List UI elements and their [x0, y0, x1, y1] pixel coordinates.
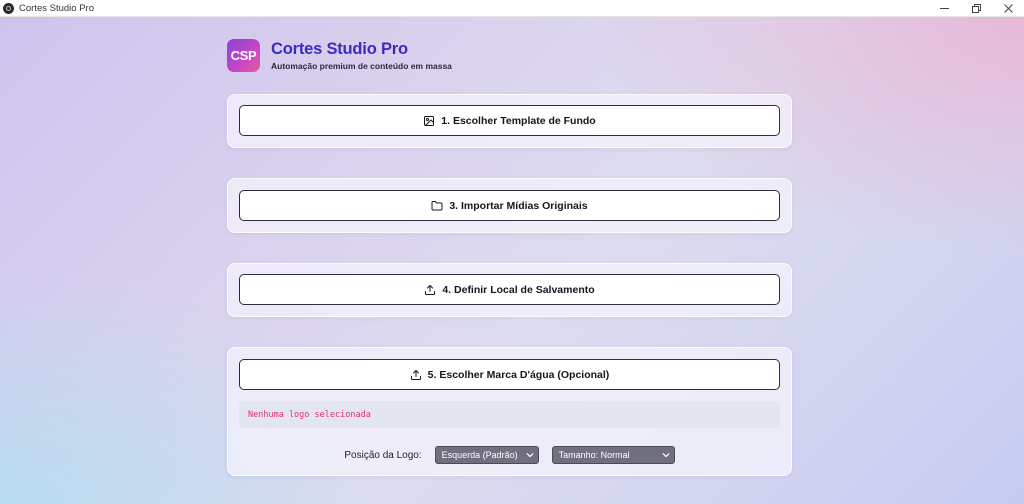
window-title: Cortes Studio Pro [19, 2, 94, 14]
save-location-button[interactable]: 4. Definir Local de Salvamento [239, 274, 780, 305]
choose-watermark-label: 5. Escolher Marca D'água (Opcional) [427, 368, 610, 381]
folder-icon [431, 200, 443, 210]
logo-options-row: Posição da Logo: Esquerda (Padrão) Taman… [228, 446, 791, 464]
logo-position-label: Posição da Logo: [344, 449, 422, 461]
window-controls [928, 0, 1024, 17]
watermark-status: Nenhuma logo selecionada [239, 401, 780, 428]
window-titlebar: Cortes Studio Pro [0, 0, 1024, 17]
app-logo: CSP [227, 39, 260, 72]
save-location-card: 4. Definir Local de Salvamento [227, 263, 792, 317]
app-icon [3, 2, 14, 14]
app-main: CSP Cortes Studio Pro Automação premium … [0, 17, 1024, 504]
import-media-label: 3. Importar Mídias Originais [449, 199, 588, 212]
import-card: 3. Importar Mídias Originais [227, 178, 792, 233]
close-button[interactable] [992, 0, 1024, 17]
minimize-icon [939, 7, 949, 9]
logo-position-select[interactable]: Esquerda (Padrão) [434, 446, 539, 464]
choose-template-button[interactable]: 1. Escolher Template de Fundo [239, 105, 780, 136]
upload-icon [425, 284, 436, 295]
logo-size-select[interactable]: Tamanho: Normal [551, 446, 675, 464]
watermark-card: 5. Escolher Marca D'água (Opcional) Nenh… [227, 347, 792, 476]
app-title: Cortes Studio Pro [271, 40, 408, 58]
template-card: 1. Escolher Template de Fundo [227, 94, 792, 148]
choose-template-label: 1. Escolher Template de Fundo [441, 114, 596, 127]
chevron-down-icon [526, 453, 534, 458]
app-subtitle: Automação premium de conteúdo em massa [271, 61, 452, 71]
image-icon [424, 115, 435, 126]
upload-icon [410, 369, 421, 380]
app-logo-text: CSP [230, 48, 257, 63]
restore-icon [971, 3, 981, 13]
save-location-label: 4. Definir Local de Salvamento [442, 283, 595, 296]
logo-size-value: Tamanho: Normal [558, 450, 630, 460]
logo-position-value: Esquerda (Padrão) [441, 450, 518, 460]
import-media-button[interactable]: 3. Importar Mídias Originais [239, 190, 780, 221]
choose-watermark-button[interactable]: 5. Escolher Marca D'água (Opcional) [239, 359, 780, 390]
restore-button[interactable] [960, 0, 992, 17]
chevron-down-icon [662, 453, 670, 458]
close-icon [1003, 3, 1013, 13]
minimize-button[interactable] [928, 0, 960, 17]
